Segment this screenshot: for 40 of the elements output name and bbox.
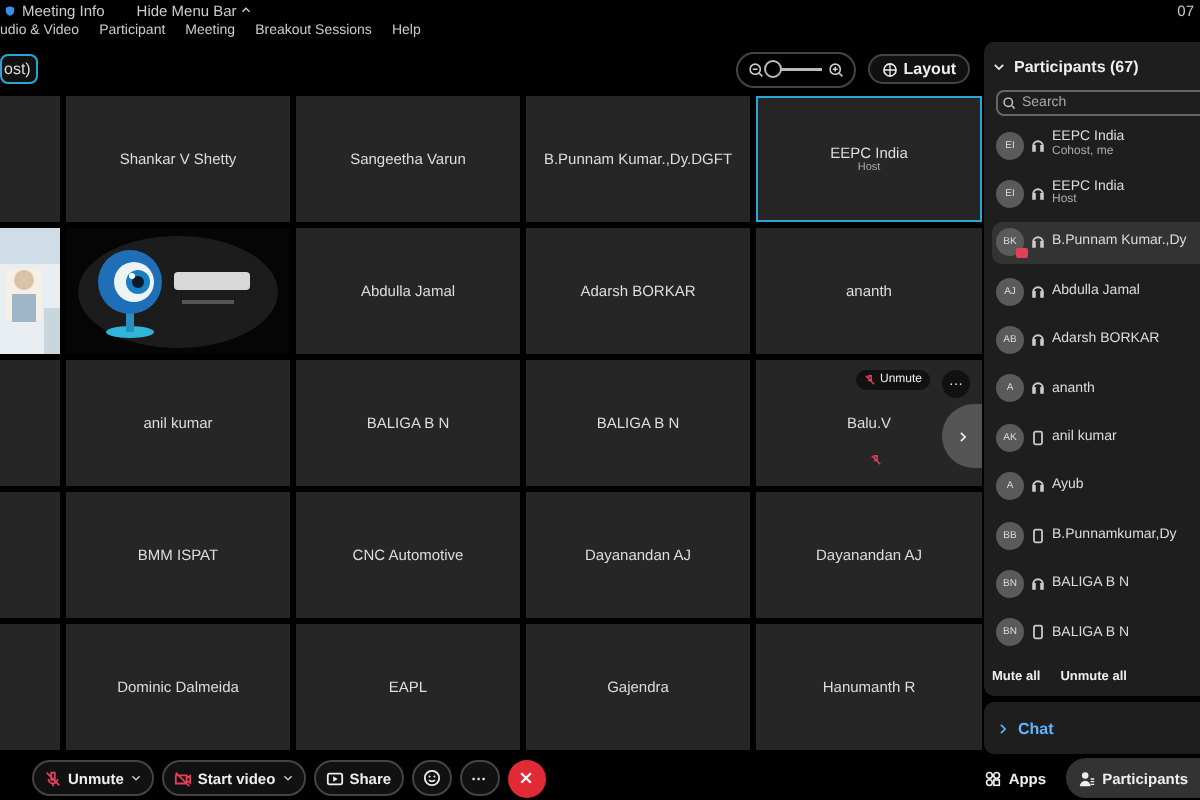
reactions-button[interactable] [411,760,452,796]
apps-icon [984,769,1003,787]
video-tile [0,624,60,750]
phone-icon [1030,429,1046,446]
share-screen-icon [325,769,344,787]
headset-icon [1030,380,1046,397]
end-call-button[interactable] [507,759,546,797]
chevron-icon [992,59,1006,73]
headset-icon [1030,478,1046,495]
muted-microphone-icon [44,769,62,787]
zoom-slider[interactable] [735,51,856,87]
panel-header[interactable]: Participants (67) [992,50,1200,82]
video-tile [0,96,60,222]
zoom-out-icon [747,61,764,77]
search-icon [1002,96,1016,110]
muted-microphone-icon [863,374,876,386]
shield-icon [4,4,16,19]
headset-icon [1030,234,1046,251]
zoom-in-icon [827,61,844,77]
muted-microphone-icon [869,454,881,466]
headset-icon [1030,137,1046,153]
video-off-icon [173,769,192,787]
close-icon [518,770,535,786]
video-tile [0,492,60,618]
phone-icon [1030,624,1046,641]
grid-icon [881,61,898,77]
phone-icon [1030,527,1046,544]
chat-header[interactable]: Chat [984,702,1200,754]
layout-button[interactable]: Layout [867,54,970,84]
headset-icon [1030,185,1046,202]
toolbar-button[interactable]: ost) [0,54,39,84]
chevron-icon [996,721,1010,735]
emoji-icon [421,768,442,788]
video-tile [0,360,60,486]
headset-icon [1030,576,1046,593]
people-icon [1078,769,1097,787]
caret-icon [240,3,253,15]
headset-icon [1030,332,1046,349]
chevron-icon [955,429,969,443]
headset-icon [1030,283,1046,300]
